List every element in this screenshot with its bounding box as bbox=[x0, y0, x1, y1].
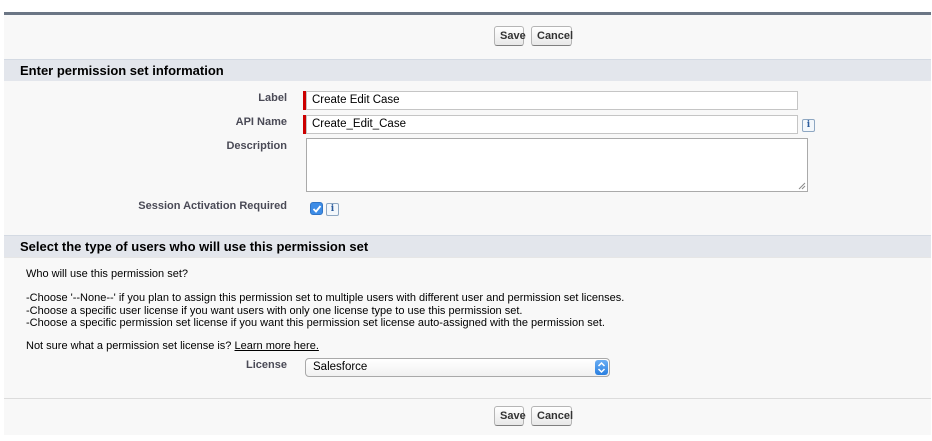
instruction-line: -Choose a specific user license if you w… bbox=[26, 305, 523, 317]
session-activation-label: Session Activation Required bbox=[138, 200, 287, 212]
license-label: License bbox=[246, 359, 287, 371]
not-sure-line: Not sure what a permission set license i… bbox=[26, 340, 319, 352]
save-button-bottom[interactable]: Save bbox=[494, 406, 526, 426]
resize-grip-icon[interactable] bbox=[798, 182, 806, 190]
checkmark-icon bbox=[312, 205, 322, 213]
section-header-users: Select the type of users who will use th… bbox=[4, 235, 931, 257]
description-field-label: Description bbox=[226, 140, 287, 152]
question-text: Who will use this permission set? bbox=[26, 268, 189, 280]
session-activation-checkbox[interactable] bbox=[310, 202, 323, 215]
section-title-users: Select the type of users who will use th… bbox=[20, 239, 369, 254]
section-header-info: Enter permission set information bbox=[4, 59, 931, 81]
chevron-updown-icon bbox=[597, 361, 606, 374]
info-icon[interactable]: i bbox=[326, 203, 339, 216]
learn-more-link[interactable]: Learn more here. bbox=[235, 340, 319, 352]
api-name-field-label: API Name bbox=[235, 116, 287, 128]
info-icon[interactable]: i bbox=[802, 119, 815, 132]
cancel-button-bottom[interactable]: Cancel bbox=[531, 406, 573, 426]
instruction-line: -Choose '--None--' if you plan to assign… bbox=[26, 292, 625, 304]
select-arrow[interactable] bbox=[595, 360, 608, 375]
license-selected-value: Salesforce bbox=[313, 361, 368, 373]
not-sure-text: Not sure what a permission set license i… bbox=[26, 340, 232, 352]
divider bbox=[4, 257, 931, 258]
section-title-info: Enter permission set information bbox=[20, 63, 224, 78]
description-textarea[interactable] bbox=[306, 138, 808, 192]
license-select[interactable]: Salesforce bbox=[305, 358, 610, 377]
instruction-line: -Choose a specific permission set licens… bbox=[26, 317, 605, 329]
divider bbox=[4, 398, 931, 399]
label-field-label: Label bbox=[258, 92, 287, 104]
label-input[interactable]: Create Edit Case bbox=[306, 91, 798, 110]
api-name-input[interactable]: Create_Edit_Case bbox=[306, 115, 798, 134]
cancel-button-top[interactable]: Cancel bbox=[531, 26, 573, 46]
save-button-top[interactable]: Save bbox=[494, 26, 526, 46]
